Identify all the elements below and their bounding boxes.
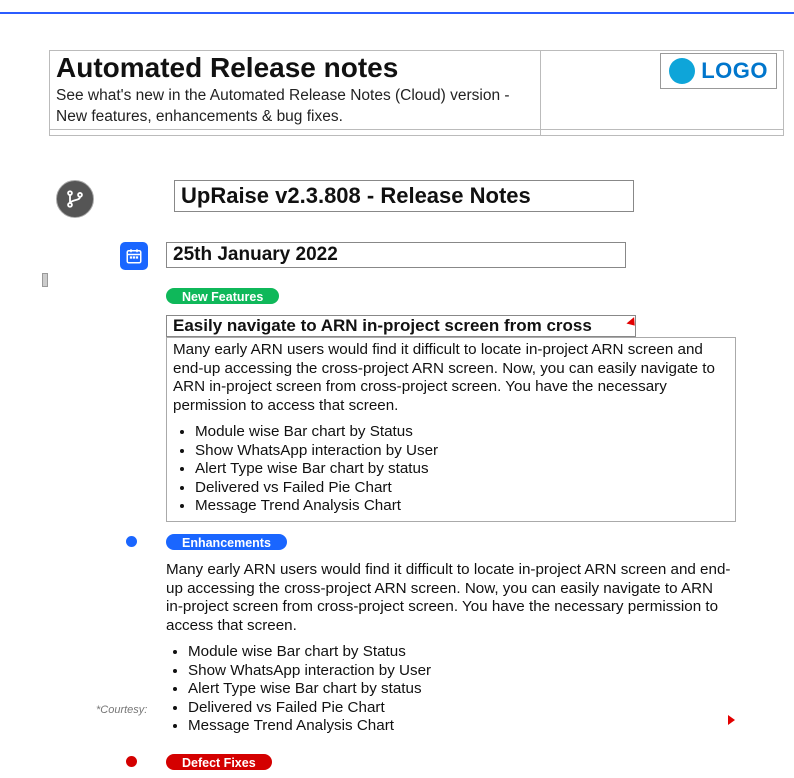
header-left-cell: Automated Release notes See what's new i… (50, 51, 541, 130)
top-accent-line (0, 12, 794, 14)
version-title[interactable]: UpRaise v2.3.808 - Release Notes (174, 180, 634, 212)
list-item: Module wise Bar chart by Status (195, 423, 729, 442)
timeline-dot-enhancements (126, 536, 137, 547)
feature-body-list: Module wise Bar chart by Status Show Wha… (195, 423, 729, 516)
header-empty-cell-1 (50, 129, 541, 135)
list-item: Module wise Bar chart by Status (188, 643, 734, 662)
page-title: Automated Release notes (56, 53, 534, 84)
logo-text: LOGO (701, 58, 768, 84)
list-item: Message Trend Analysis Chart (188, 717, 734, 735)
logo-box: LOGO (660, 53, 777, 89)
logo-circle-icon (669, 58, 695, 84)
enhancements-body: Many early ARN users would find it diffi… (166, 561, 734, 735)
timeline-dot-defects (126, 756, 137, 767)
feature-body-box[interactable]: Many early ARN users would find it diffi… (166, 337, 736, 522)
badge-defect-fixes: Defect Fixes (166, 754, 272, 770)
calendar-icon (120, 242, 148, 270)
section-defect-fixes: Defect Fixes (166, 754, 756, 775)
section-new-features: New Features Easily navigate to ARN in-p… (166, 288, 756, 522)
list-item: Alert Type wise Bar chart by status (188, 680, 734, 699)
header-table: Automated Release notes See what's new i… (49, 50, 784, 136)
list-item: Alert Type wise Bar chart by status (195, 460, 729, 479)
list-item: Show WhatsApp interaction by User (195, 442, 729, 461)
section-enhancements: Enhancements Many early ARN users would … (166, 534, 742, 735)
courtesy-label: *Courtesy: (96, 704, 147, 716)
list-item: Message Trend Analysis Chart (195, 497, 729, 516)
page-subtitle-1: See what's new in the Automated Release … (56, 86, 534, 105)
list-item: Show WhatsApp interaction by User (188, 662, 734, 681)
header-right-cell: LOGO (541, 51, 784, 130)
header-empty-cell-2 (541, 129, 784, 135)
list-item: Delivered vs Failed Pie Chart (188, 699, 734, 718)
feature-body-text: Many early ARN users would find it diffi… (173, 341, 715, 414)
page-subtitle-2: New features, enhancements & bug fixes. (56, 107, 534, 126)
git-branch-icon (56, 180, 94, 218)
enhancements-body-text: Many early ARN users would find it diffi… (166, 561, 730, 634)
release-date[interactable]: 25th January 2022 (166, 242, 626, 268)
badge-enhancements: Enhancements (166, 534, 287, 550)
list-item: Delivered vs Failed Pie Chart (195, 479, 729, 498)
badge-new-features: New Features (166, 288, 279, 304)
side-handle-icon[interactable] (42, 273, 48, 287)
feature-title[interactable]: Easily navigate to ARN in-project screen… (166, 315, 636, 337)
enhancements-body-list: Module wise Bar chart by Status Show Wha… (188, 643, 734, 735)
